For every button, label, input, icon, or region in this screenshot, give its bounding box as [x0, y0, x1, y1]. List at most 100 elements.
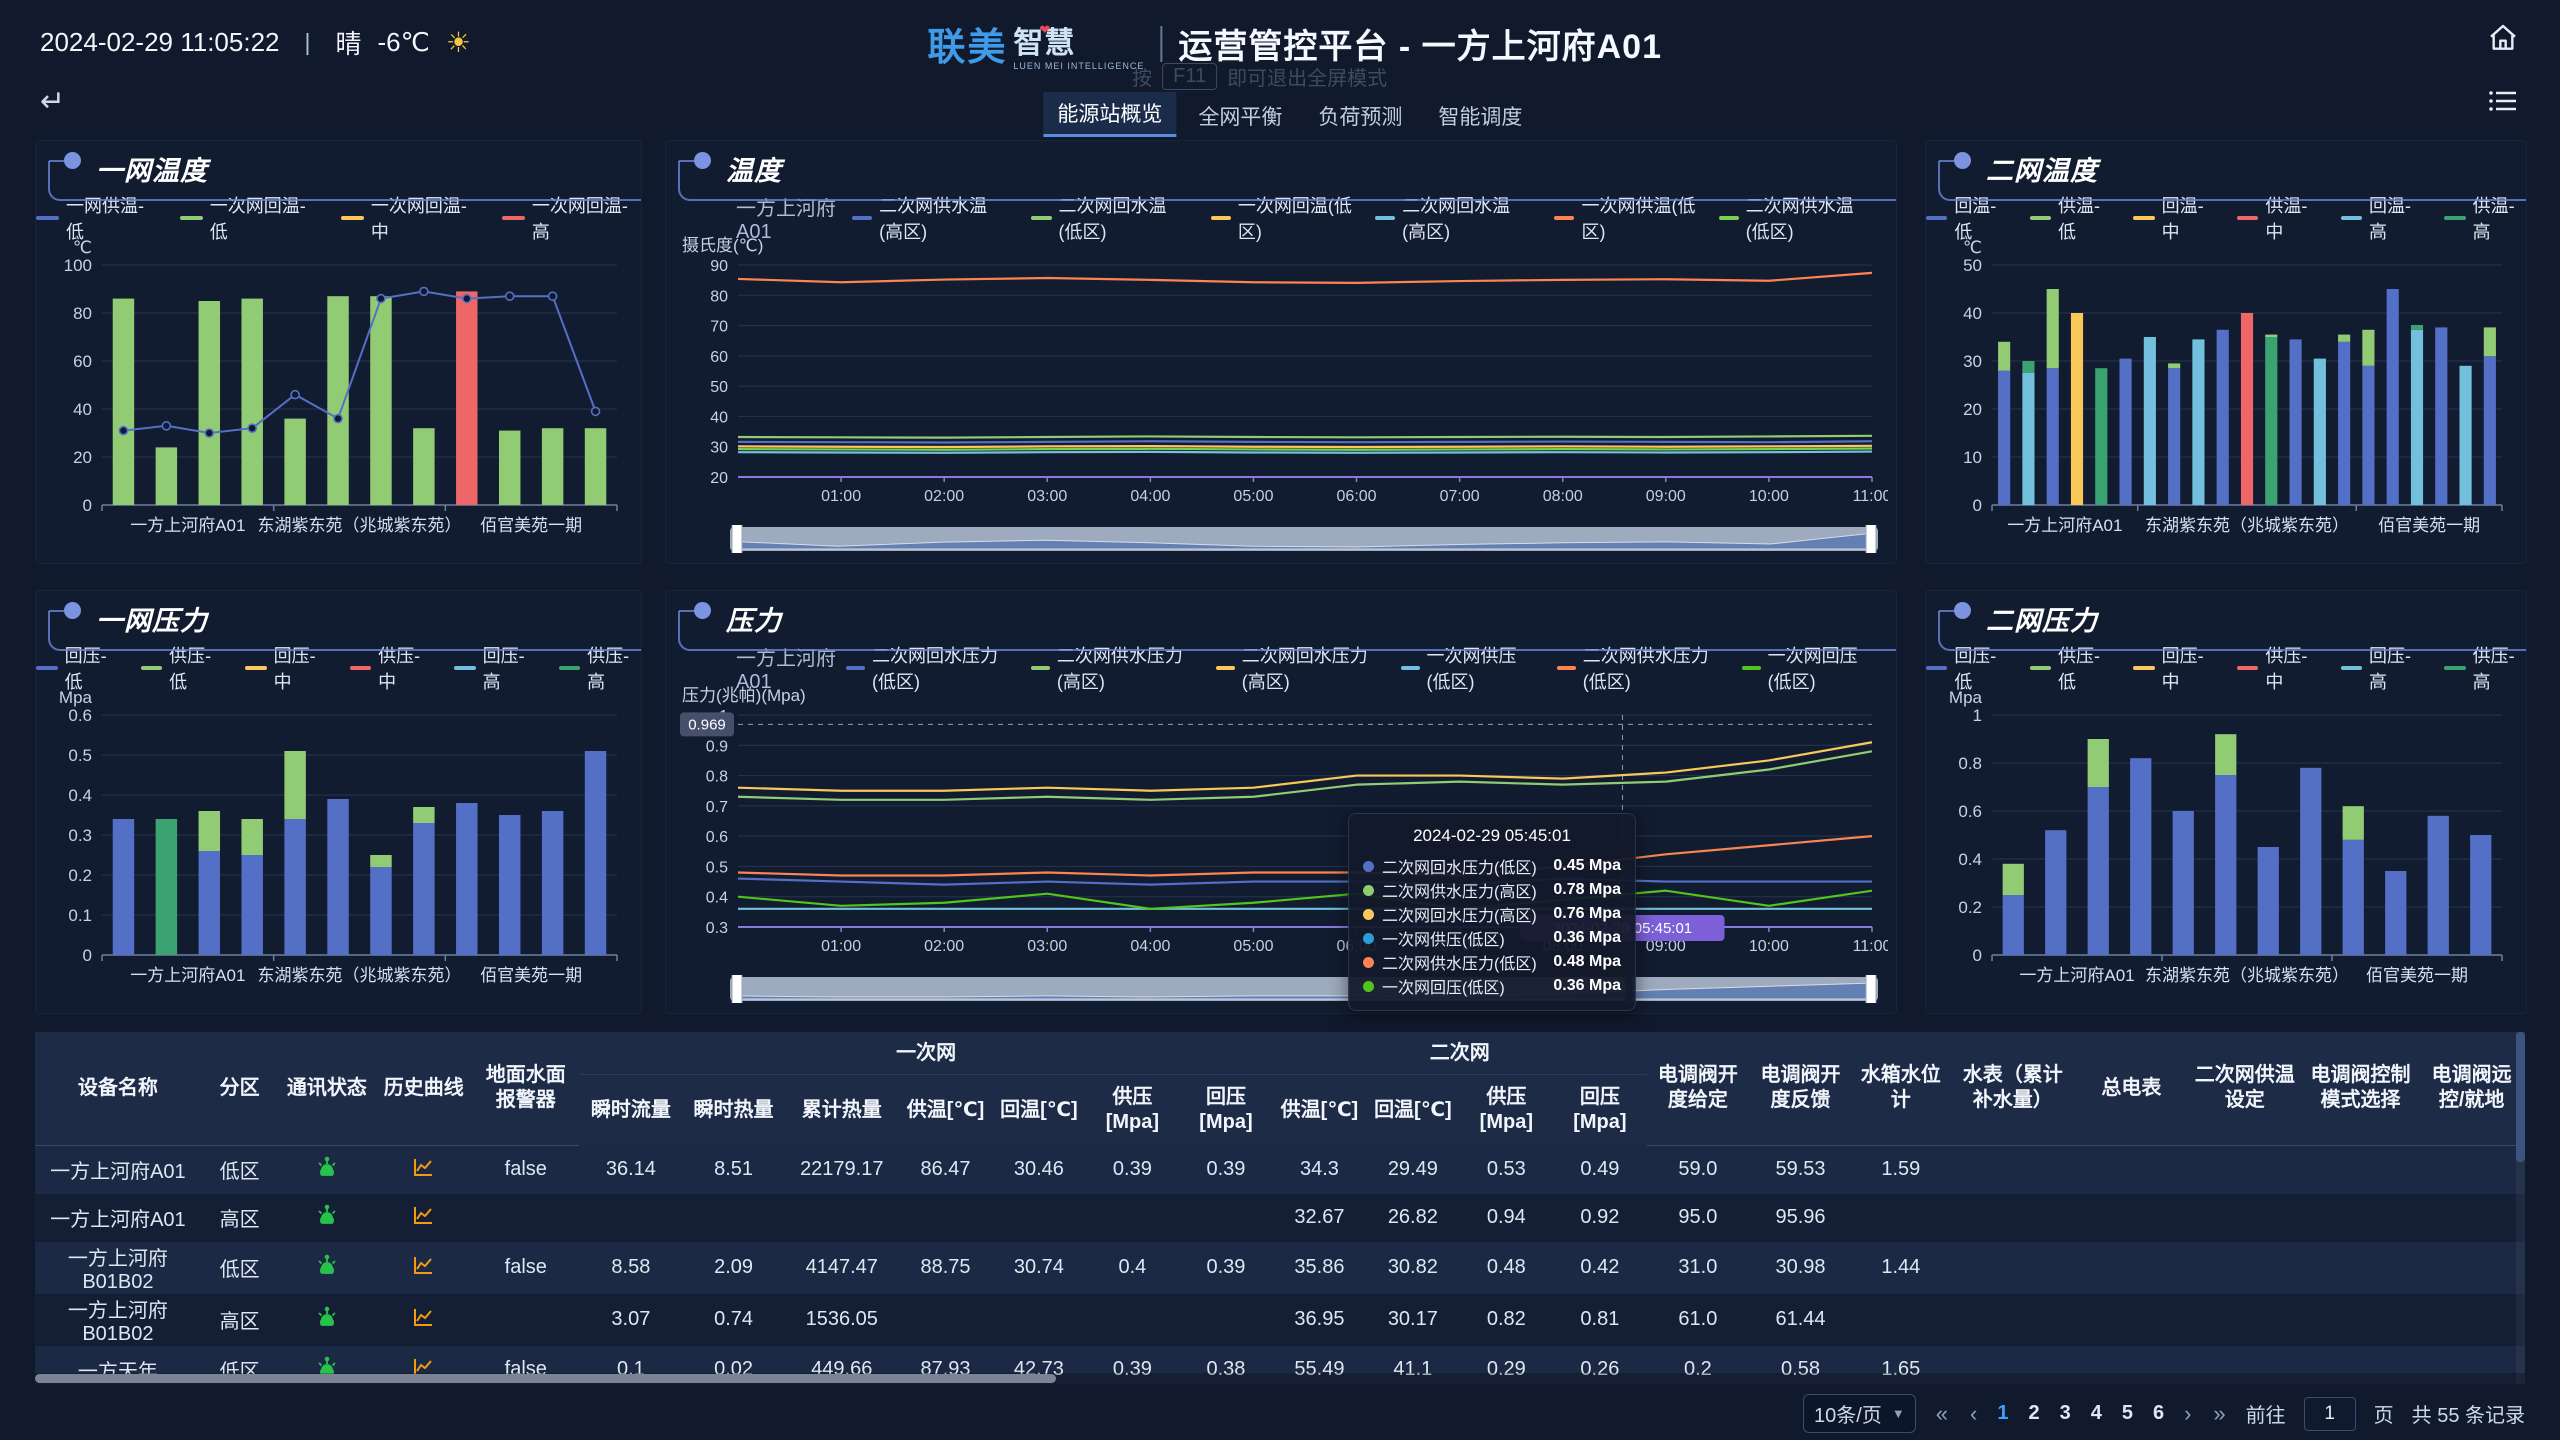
svg-text:Mpa: Mpa	[59, 688, 93, 707]
page-number-1[interactable]: 1	[1997, 1402, 2008, 1425]
table-cell: 86.47	[899, 1145, 992, 1194]
table-cell	[2187, 1145, 2303, 1194]
list-menu-icon[interactable]	[2488, 88, 2518, 119]
page-number-2[interactable]: 2	[2028, 1402, 2039, 1425]
column-header: 供温[℃]	[899, 1075, 992, 1146]
data-zoom-slider[interactable]	[730, 975, 1878, 1003]
series-dot-icon	[1363, 909, 1374, 920]
legend-marker	[2444, 216, 2465, 220]
table-cell: 0.39	[1086, 1145, 1180, 1194]
table-horizontal-scrollbar[interactable]	[35, 1373, 2525, 1384]
net2-temperature-chart[interactable]: 01020304050℃一方上河府A01东湖紫东苑（兆城紫东苑）佰官美苑一期	[1934, 235, 2518, 549]
pressure-trend-chart[interactable]: 0.30.40.50.60.70.80.91压力(兆帕)(Mpa)01:0002…	[674, 685, 1888, 961]
svg-text:70: 70	[710, 319, 728, 336]
page-number-3[interactable]: 3	[2060, 1402, 2071, 1425]
tab-0[interactable]: 能源站概览	[1043, 92, 1176, 137]
panel-header: 一网温度	[36, 141, 641, 201]
prev-page-button[interactable]: ‹	[1968, 1401, 1979, 1427]
page-number-5[interactable]: 5	[2122, 1402, 2133, 1425]
first-page-button[interactable]: «	[1934, 1401, 1950, 1427]
goto-page-input[interactable]	[2304, 1397, 2356, 1431]
net1-temperature-chart[interactable]: 020406080100℃一方上河府A01东湖紫东苑（兆城紫东苑）佰官美苑一期	[44, 235, 633, 549]
sun-icon: ☀	[446, 26, 471, 59]
tab-2[interactable]: 负荷预测	[1304, 95, 1416, 137]
legend-marker	[454, 666, 476, 670]
table-cell	[2418, 1145, 2525, 1194]
table-cell	[2187, 1242, 2303, 1294]
panel-title: 二网压力	[1986, 599, 2098, 638]
table-cell: 0.53	[1460, 1145, 1554, 1194]
page-number-list: 123456	[1997, 1402, 2164, 1425]
svg-text:0.8: 0.8	[706, 769, 728, 786]
table-cell	[682, 1194, 784, 1242]
svg-text:06:00: 06:00	[1337, 488, 1377, 505]
panel-dot-icon	[1954, 152, 1971, 169]
logo-text-english: LUEN MEI INTELLIGENCE	[1013, 62, 1144, 71]
legend-marker	[852, 216, 872, 220]
home-icon[interactable]	[2486, 22, 2520, 59]
tab-1[interactable]: 全网平衡	[1184, 95, 1296, 137]
history-curve-icon[interactable]	[375, 1194, 472, 1242]
svg-text:0.6: 0.6	[706, 829, 728, 846]
table-cell: 88.75	[899, 1242, 992, 1294]
svg-text:11:00: 11:00	[1853, 938, 1888, 955]
svg-text:20: 20	[710, 470, 728, 487]
svg-text:40: 40	[710, 409, 728, 426]
table-cell: 61.0	[1647, 1294, 1749, 1346]
tooltip-row: 一次网供压(低区)0.36 Mpa	[1363, 926, 1621, 950]
svg-text:0.6: 0.6	[68, 706, 92, 725]
panel-header: 压力	[666, 591, 1896, 651]
table-cell	[785, 1194, 899, 1242]
svg-text:01:00: 01:00	[821, 488, 861, 505]
history-curve-icon[interactable]	[375, 1145, 472, 1194]
net1-pressure-chart[interactable]: 00.10.20.30.40.50.6Mpa一方上河府A01东湖紫东苑（兆城紫东…	[44, 685, 633, 999]
legend-marker	[141, 666, 163, 670]
series-dot-icon	[1363, 981, 1374, 992]
svg-text:60: 60	[73, 352, 92, 371]
svg-text:0.969: 0.969	[688, 716, 726, 733]
table-cell: 29.49	[1366, 1145, 1459, 1194]
history-curve-icon[interactable]	[375, 1294, 472, 1346]
page-size-select[interactable]: 10条/页 ▼	[1803, 1394, 1916, 1433]
svg-text:20: 20	[1963, 400, 1982, 419]
svg-text:0.7: 0.7	[706, 799, 728, 816]
net2-pressure-chart[interactable]: 00.20.40.60.81Mpa一方上河府A01东湖紫东苑（兆城紫东苑）佰官美…	[1934, 685, 2518, 999]
goto-page-suffix: 页	[2374, 1399, 2394, 1428]
series-dot-icon	[1363, 885, 1374, 896]
svg-text:0.3: 0.3	[706, 920, 728, 937]
table-cell	[1179, 1194, 1273, 1242]
legend-marker	[1211, 216, 1231, 220]
page-number-4[interactable]: 4	[2091, 1402, 2102, 1425]
column-header: 历史曲线	[375, 1032, 472, 1145]
last-page-button[interactable]: »	[2211, 1401, 2227, 1427]
table-cell	[992, 1194, 1085, 1242]
table-cell: 一方上河府B01B02	[35, 1294, 201, 1346]
table-cell: 36.95	[1273, 1294, 1366, 1346]
next-page-button[interactable]: ›	[2182, 1401, 2193, 1427]
tooltip-series-name: 二次网供水压力(低区)	[1382, 950, 1537, 974]
svg-text:佰官美苑一期: 佰官美苑一期	[480, 516, 582, 535]
svg-text:0.8: 0.8	[1958, 754, 1982, 773]
tab-3[interactable]: 智能调度	[1424, 95, 1536, 137]
table-cell: 高区	[201, 1194, 279, 1242]
legend-marker	[1742, 666, 1761, 670]
page-number-6[interactable]: 6	[2153, 1402, 2164, 1425]
back-return-icon[interactable]: ↵	[40, 84, 65, 119]
table-cell: false	[472, 1145, 579, 1194]
table-cell	[2187, 1294, 2303, 1346]
svg-text:0: 0	[83, 496, 92, 515]
tooltip-series-value: 0.36 Mpa	[1553, 977, 1621, 995]
table-cell: 30.98	[1749, 1242, 1852, 1294]
table-vertical-scrollbar[interactable]	[2516, 1032, 2525, 1384]
svg-text:11:00: 11:00	[1853, 488, 1888, 505]
temperature-trend-chart[interactable]: 2030405060708090摄氏度(℃)01:0002:0003:0004:…	[674, 235, 1888, 511]
table-cell	[2076, 1294, 2187, 1346]
legend-marker	[1926, 666, 1947, 670]
data-zoom-slider[interactable]	[730, 525, 1878, 553]
history-curve-icon[interactable]	[375, 1242, 472, 1294]
chart-legend: 一网供温-低一次网回温-低一次网回温-中一次网回温-高	[36, 201, 641, 235]
svg-text:0: 0	[1973, 946, 1982, 965]
table-cell	[2187, 1194, 2303, 1242]
table-cell: 31.0	[1647, 1242, 1749, 1294]
hint-prefix: 按	[1132, 62, 1152, 91]
